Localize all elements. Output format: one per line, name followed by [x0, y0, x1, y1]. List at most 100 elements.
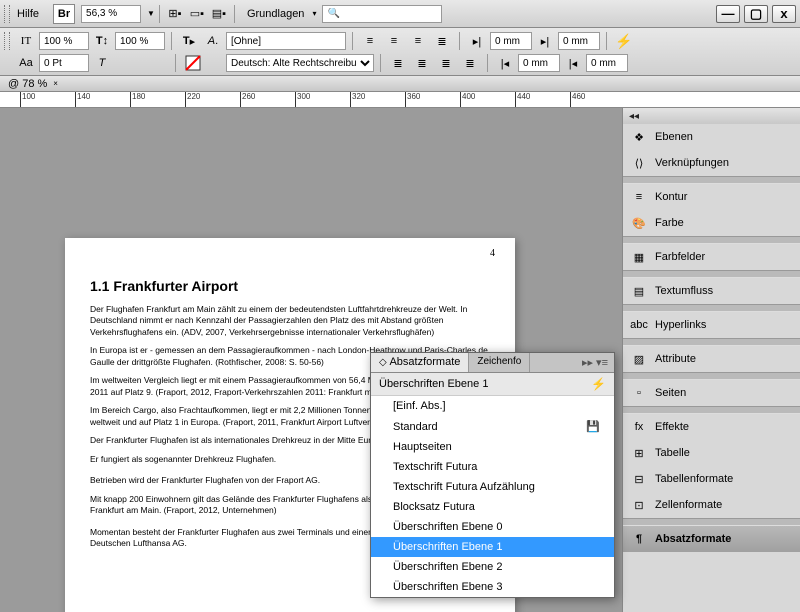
current-style-crumb: Überschriften Ebene 1 ⚡: [371, 373, 614, 396]
panel-item-tabelle[interactable]: ⊞ Tabelle: [623, 440, 800, 466]
horizontal-ruler[interactable]: 100140180220260300320360400440460: [0, 92, 800, 108]
top-toolbar: Hilfe Br ▼ ⊞▪ ▭▪ ▤▪ Grundlagen ▾ — ▢ x: [0, 0, 800, 28]
panel-item-farbfelder[interactable]: ▦Farbfelder: [623, 244, 800, 270]
indent-first-input[interactable]: [558, 32, 600, 50]
align-center-icon[interactable]: ≡: [383, 31, 405, 51]
doc-heading[interactable]: 1.1 Frankfurter Airport: [90, 278, 490, 294]
panel-item-tabellenformate[interactable]: ⊟Tabellenformate: [623, 466, 800, 492]
baseline-input[interactable]: [39, 54, 89, 72]
panel-label: Hyperlinks: [655, 319, 706, 331]
panel-item-attribute[interactable]: ▨Attribute: [623, 346, 800, 372]
style-item[interactable]: Überschriften Ebene 1: [371, 537, 614, 557]
panel-item-hyperlinks[interactable]: abcHyperlinks: [623, 312, 800, 338]
grip[interactable]: [4, 32, 10, 50]
panel-item-verknüpfungen[interactable]: ⟨⟩Verknüpfungen: [623, 150, 800, 176]
tabelle-icon: ⊞: [631, 445, 647, 461]
style-item[interactable]: Überschriften Ebene 0: [371, 517, 614, 537]
panel-label: Absatzformate: [655, 533, 731, 545]
close-button[interactable]: x: [772, 5, 796, 23]
style-item[interactable]: Hauptseiten: [371, 437, 614, 457]
indent-left-input[interactable]: [490, 32, 532, 50]
zoom-dropdown-icon[interactable]: ▼: [147, 9, 155, 18]
indent-last-input[interactable]: [586, 54, 628, 72]
align-left-icon[interactable]: ≡: [359, 31, 381, 51]
view-toggle-1[interactable]: ⊞▪: [164, 4, 186, 24]
panel-label: Farbfelder: [655, 251, 705, 263]
indent-right-icon: |◂: [494, 53, 516, 73]
hscale-input[interactable]: [115, 32, 165, 50]
align-right-icon[interactable]: ≡: [407, 31, 429, 51]
justify-full-icon[interactable]: ≣: [459, 53, 481, 73]
panel-label: Ebenen: [655, 131, 693, 143]
char-style-icon: T▸: [178, 31, 200, 51]
panel-item-ebenen[interactable]: ❖Ebenen: [623, 124, 800, 150]
minimize-button[interactable]: —: [716, 5, 740, 23]
style-list: [Einf. Abs.]Standard💾HauptseitenTextschr…: [371, 396, 614, 597]
bolt-icon[interactable]: ⚡: [613, 31, 635, 51]
vscale-input[interactable]: [39, 32, 89, 50]
tabellenformate-icon: ⊟: [631, 471, 647, 487]
panel-item-kontur[interactable]: ≡Kontur: [623, 184, 800, 210]
tab-character-formats[interactable]: Zeichenfo: [469, 353, 530, 372]
style-item-label: Textschrift Futura Aufzählung: [393, 481, 535, 493]
language-select[interactable]: Deutsch: Alte Rechtschreibu: [226, 54, 374, 72]
workspace-select[interactable]: Grundlagen: [247, 8, 305, 20]
indent-right-input[interactable]: [518, 54, 560, 72]
panel-item-farbe[interactable]: 🎨Farbe: [623, 210, 800, 236]
style-item[interactable]: Überschriften Ebene 3: [371, 577, 614, 597]
style-item[interactable]: Textschrift Futura: [371, 457, 614, 477]
baseline-icon: Aa: [15, 53, 37, 73]
maximize-button[interactable]: ▢: [744, 5, 768, 23]
panel-label: Tabelle: [655, 447, 690, 459]
zoom-tab[interactable]: @ 78 %×: [0, 76, 800, 92]
bolt-icon[interactable]: ⚡: [591, 377, 606, 391]
disk-icon: 💾: [586, 420, 600, 433]
view-toggle-3[interactable]: ▤▪: [208, 4, 230, 24]
view-toggle-2[interactable]: ▭▪: [186, 4, 208, 24]
help-menu[interactable]: Hilfe: [13, 6, 43, 22]
justify-center-icon[interactable]: ≣: [411, 53, 433, 73]
tab-paragraph-formats[interactable]: ◇ Absatzformate: [371, 353, 469, 372]
indent-last-icon: |◂: [562, 53, 584, 73]
style-item-label: Standard: [393, 421, 438, 433]
panel-item-absatzformate[interactable]: ¶ Absatzformate: [623, 526, 800, 552]
paragraph-formats-panel: ◇ Absatzformate Zeichenfo ▸▸ ▾≡ Überschr…: [370, 352, 615, 598]
align-justify-icon[interactable]: ≣: [431, 31, 453, 51]
grip[interactable]: [4, 5, 10, 23]
absatzformate-icon: ¶: [631, 531, 647, 547]
style-item[interactable]: Standard 💾: [371, 416, 614, 437]
seiten-icon: ▫: [631, 385, 647, 401]
style-item[interactable]: Überschriften Ebene 2: [371, 557, 614, 577]
style-item[interactable]: Textschrift Futura Aufzählung: [371, 477, 614, 497]
ruler-tick: 100: [20, 92, 35, 108]
style-item-label: [Einf. Abs.]: [393, 400, 446, 412]
zoom-input[interactable]: [81, 5, 141, 23]
workspace-dropdown-icon[interactable]: ▾: [312, 9, 316, 18]
ruler-tick: 440: [515, 92, 530, 108]
textumfluss-icon: ▤: [631, 283, 647, 299]
panel-item-zellenformate[interactable]: ⊡Zellenformate: [623, 492, 800, 518]
panel-label: Effekte: [655, 421, 689, 433]
panel-more-icon[interactable]: ▸▸ ▾≡: [576, 353, 614, 372]
doc-paragraph[interactable]: Der Flughafen Frankfurt am Main zählt zu…: [90, 304, 490, 338]
panel-item-textumfluss[interactable]: ▤Textumfluss: [623, 278, 800, 304]
panel-separator: [623, 406, 800, 414]
no-fill-icon[interactable]: [182, 53, 204, 73]
farbe-icon: 🎨: [631, 215, 647, 231]
justify-right-icon[interactable]: ≣: [435, 53, 457, 73]
search-input[interactable]: [322, 5, 442, 23]
panel-label: Zellenformate: [655, 499, 722, 511]
style-item-label: Überschriften Ebene 2: [393, 561, 502, 573]
justify-left-icon[interactable]: ≣: [387, 53, 409, 73]
style-item[interactable]: [Einf. Abs.]: [371, 396, 614, 416]
verknüpfungen-icon: ⟨⟩: [631, 155, 647, 171]
bridge-button[interactable]: Br: [53, 4, 75, 24]
panel-item-seiten[interactable]: ▫Seiten: [623, 380, 800, 406]
ruler-tick: 320: [350, 92, 365, 108]
ruler-tick: 260: [240, 92, 255, 108]
style-input[interactable]: [226, 32, 346, 50]
style-item[interactable]: Blocksatz Futura: [371, 497, 614, 517]
panel-item-effekte[interactable]: fxEffekte: [623, 414, 800, 440]
style-item-label: Blocksatz Futura: [393, 501, 475, 513]
panel-collapse-bar[interactable]: ◂◂: [623, 108, 800, 124]
